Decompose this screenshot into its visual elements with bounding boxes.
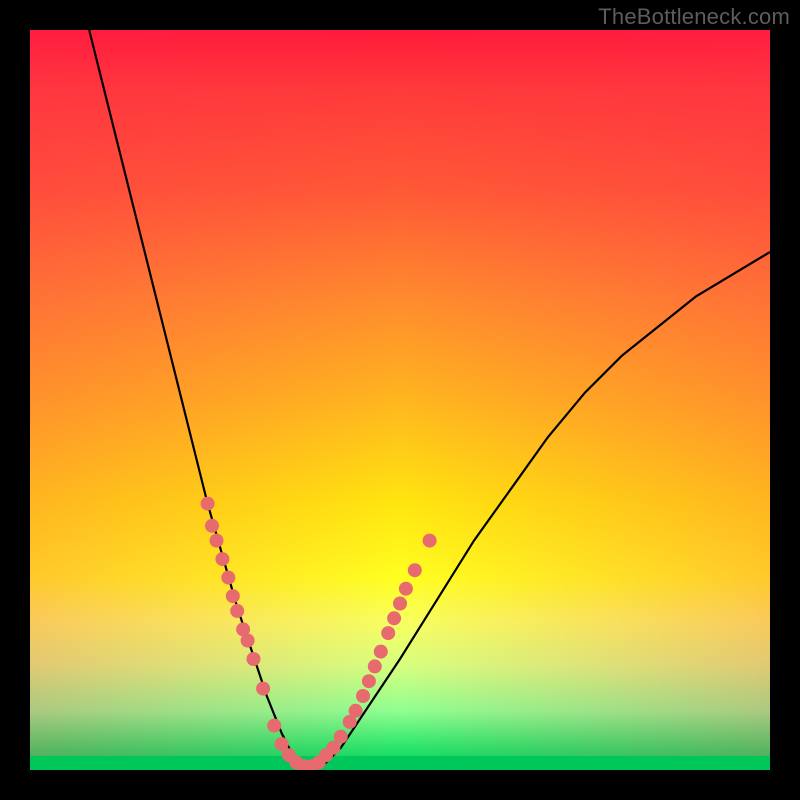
sample-dot [362, 674, 376, 688]
sample-dot [205, 519, 219, 533]
plot-area [30, 30, 770, 770]
sample-dot [356, 689, 370, 703]
sample-dot [247, 652, 261, 666]
sample-dot [226, 589, 240, 603]
sample-dot [423, 534, 437, 548]
sample-dot [349, 704, 363, 718]
sample-dot [221, 571, 235, 585]
sample-dot [408, 563, 422, 577]
sample-dot [256, 682, 270, 696]
sample-dot [201, 497, 215, 511]
sample-dot [267, 719, 281, 733]
sample-dot [230, 604, 244, 618]
sample-dot [399, 582, 413, 596]
sample-dot [381, 626, 395, 640]
sample-dot [334, 730, 348, 744]
watermark-text: TheBottleneck.com [598, 4, 790, 30]
sample-dot [241, 634, 255, 648]
sample-dots [201, 497, 437, 770]
sample-dot [368, 659, 382, 673]
sample-dot [387, 611, 401, 625]
sample-dot [374, 645, 388, 659]
bottleneck-curve [89, 30, 770, 770]
curve-layer [30, 30, 770, 770]
sample-dot [393, 597, 407, 611]
sample-dot [210, 534, 224, 548]
chart-frame: TheBottleneck.com [0, 0, 800, 800]
sample-dot [215, 552, 229, 566]
